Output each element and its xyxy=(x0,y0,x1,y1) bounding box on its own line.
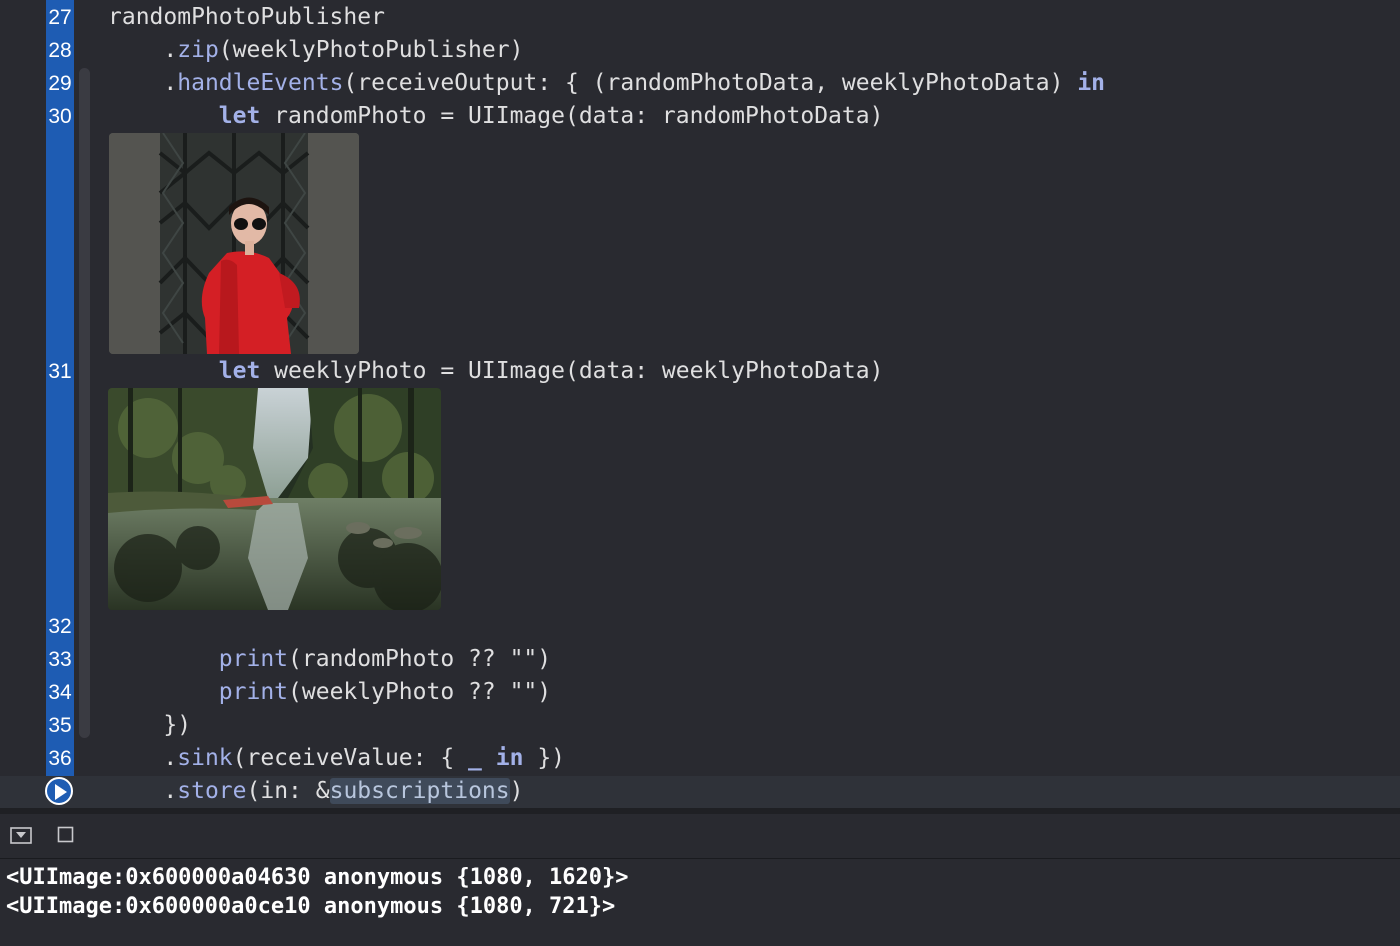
code-line-27[interactable]: randomPhotoPublisher xyxy=(108,1,385,34)
code-line-37[interactable]: .store(in: &subscriptions) xyxy=(108,775,523,808)
highlighted-token: subscriptions xyxy=(329,778,510,804)
debug-toolbar xyxy=(0,814,1400,859)
line-number[interactable]: 27 xyxy=(46,1,74,34)
code-line-36[interactable]: .sink(receiveValue: { _ in }) xyxy=(108,742,565,775)
code-line-28[interactable]: .zip(weeklyPhotoPublisher) xyxy=(108,34,523,67)
line-number[interactable]: 32 xyxy=(46,610,74,643)
code-editor[interactable]: 27 28 29 30 31 32 33 34 35 36 randomPhot… xyxy=(0,0,1400,808)
code-line-35[interactable]: }) xyxy=(108,709,191,742)
console-output[interactable]: <UIImage:0x600000a04630 anonymous {1080,… xyxy=(0,859,1400,946)
line-number[interactable]: 36 xyxy=(46,742,74,775)
line-number[interactable]: 30 xyxy=(46,100,74,133)
line-number[interactable]: 33 xyxy=(46,643,74,676)
line-number[interactable]: 34 xyxy=(46,676,74,709)
weekly-photo-preview[interactable] xyxy=(108,388,441,610)
code-line-30[interactable]: let randomPhoto = UIImage(data: randomPh… xyxy=(108,100,884,133)
code-line-29[interactable]: .handleEvents(receiveOutput: { (randomPh… xyxy=(108,67,1105,100)
run-play-icon[interactable] xyxy=(45,777,73,805)
code-line-31[interactable]: let weeklyPhoto = UIImage(data: weeklyPh… xyxy=(108,355,884,388)
code-line-33[interactable]: print(randomPhoto ?? "") xyxy=(108,643,551,676)
show-variables-view-icon[interactable] xyxy=(57,826,77,846)
code-folding-ribbon[interactable] xyxy=(79,68,90,738)
hide-debug-area-icon[interactable] xyxy=(10,826,32,846)
random-photo-preview[interactable] xyxy=(109,133,359,354)
line-number[interactable]: 31 xyxy=(46,355,74,388)
line-number[interactable]: 35 xyxy=(46,709,74,742)
console-line: <UIImage:0x600000a0ce10 anonymous {1080,… xyxy=(6,894,616,919)
console-line: <UIImage:0x600000a04630 anonymous {1080,… xyxy=(6,865,629,890)
code-line-34[interactable]: print(weeklyPhoto ?? "") xyxy=(108,676,551,709)
line-number[interactable]: 28 xyxy=(46,34,74,67)
line-number[interactable]: 29 xyxy=(46,67,74,100)
